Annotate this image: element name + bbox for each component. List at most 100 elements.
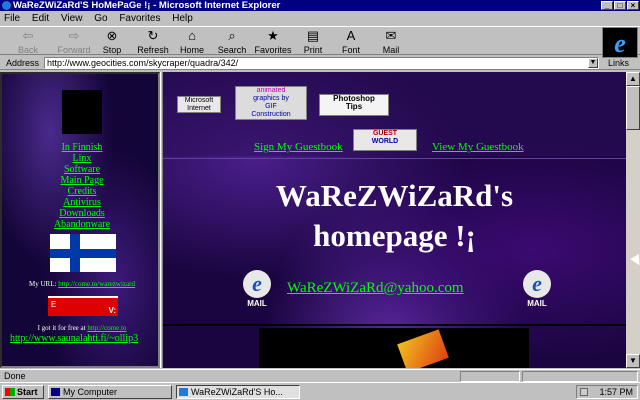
nav-link-linx[interactable]: Linx <box>2 153 158 164</box>
email-link[interactable]: WaReZWiZaRd@yahoo.com <box>287 280 464 297</box>
page-viewport: In Finnish Linx Software Main Page Credi… <box>0 72 640 368</box>
home-button[interactable]: ⌂ Home <box>176 28 208 56</box>
gif-construction-badge[interactable]: animated graphics by GIF Construction <box>235 86 307 120</box>
scroll-thumb[interactable] <box>626 86 640 130</box>
stop-button[interactable]: ⊗ Stop <box>96 28 128 56</box>
back-label: Back <box>17 45 38 55</box>
vertical-scrollbar[interactable]: ▲ ▼ <box>626 72 640 368</box>
bottom-black-panel <box>259 328 529 368</box>
red-banner[interactable]: E V: <box>48 296 118 316</box>
nav-link-software[interactable]: Software <box>2 164 158 175</box>
finland-flag-icon[interactable] <box>50 234 116 272</box>
sign-guestbook-link[interactable]: Sign My Guestbook <box>254 141 343 153</box>
gb-badge-line1: GUEST <box>372 130 398 137</box>
left-nav-frame[interactable]: In Finnish Linx Software Main Page Credi… <box>0 72 160 368</box>
task-my-computer[interactable]: My Computer <box>48 385 172 399</box>
forward-button[interactable]: ⇨ Forward <box>52 28 96 56</box>
scroll-down-icon[interactable]: ▼ <box>626 354 640 368</box>
mail-e-glyph-left: e <box>243 270 271 298</box>
back-button[interactable]: ⇦ Back <box>6 28 50 56</box>
menu-help[interactable]: Help <box>172 13 193 24</box>
ie-badge-line2: Internet <box>187 105 211 112</box>
minimize-button[interactable]: _ <box>601 1 613 10</box>
free-line: I got it for free at http://come.to <box>2 324 158 332</box>
links-button[interactable]: Links <box>608 58 629 68</box>
clock[interactable]: 1:57 PM <box>599 387 633 397</box>
menu-bar: File Edit View Go Favorites Help <box>0 12 640 25</box>
ie-badge-line1: Microsoft <box>184 97 214 104</box>
menu-favorites[interactable]: Favorites <box>119 13 160 24</box>
ie-badge-image[interactable]: Microsoft Internet <box>177 96 221 113</box>
status-bar: Done <box>0 369 640 382</box>
favorites-label: Favorites <box>254 45 292 55</box>
home-label: Home <box>179 45 204 55</box>
mail-icon-right[interactable]: e MAIL <box>519 270 555 310</box>
maximize-button[interactable]: □ <box>614 1 626 10</box>
font-icon: A <box>346 28 356 43</box>
view-guestbook-link[interactable]: View My Guestbook <box>432 141 524 153</box>
nav-link-downloads[interactable]: Downloads <box>2 208 158 219</box>
windows-logo-icon <box>5 388 15 396</box>
start-button[interactable]: Start <box>2 385 44 399</box>
menu-view[interactable]: View <box>61 13 83 24</box>
refresh-button[interactable]: ↻ Refresh <box>134 28 172 56</box>
computer-icon <box>51 388 60 396</box>
mail-icon: ✉ <box>385 28 397 43</box>
divider-line <box>163 158 626 159</box>
nav-link-abandonware[interactable]: Abandonware <box>2 219 158 230</box>
photoshop-tips-badge[interactable]: Photoshop Tips <box>319 94 389 116</box>
ie-window: WaReZWiZaRd'S HoMePaGe !¡ - Microsoft In… <box>0 0 640 382</box>
window-title: WaReZWiZaRd'S HoMePaGe !¡ - Microsoft In… <box>13 0 281 11</box>
favorites-button[interactable]: ★ Favorites <box>252 28 294 56</box>
home-icon: ⌂ <box>188 28 196 43</box>
close-button[interactable]: × <box>627 1 639 10</box>
my-url-link[interactable]: http://come.to/warezwizard <box>58 280 135 288</box>
refresh-label: Refresh <box>137 45 169 55</box>
print-label: Print <box>303 45 323 55</box>
menu-go[interactable]: Go <box>94 13 107 24</box>
nav-link-in-finnish[interactable]: In Finnish <box>2 142 158 153</box>
forward-arrow-icon: ⇨ <box>68 28 80 43</box>
mail-button[interactable]: ✉ Mail <box>376 28 406 56</box>
anim-badge-line2: graphics by <box>253 95 289 102</box>
ie-task-icon <box>179 388 188 396</box>
page-title-line2: homepage !¡ <box>313 218 476 253</box>
favorites-icon: ★ <box>267 28 279 43</box>
anim-badge-line1: animated <box>256 87 286 94</box>
title-bar[interactable]: WaReZWiZaRd'S HoMePaGe !¡ - Microsoft In… <box>0 0 640 11</box>
mail-label: Mail <box>382 45 400 55</box>
speaker-icon[interactable] <box>580 388 588 396</box>
task-my-computer-label: My Computer <box>63 387 118 397</box>
free-link[interactable]: http://come.to <box>87 324 126 332</box>
menu-edit[interactable]: Edit <box>32 13 49 24</box>
address-label: Address <box>6 58 40 68</box>
task-ie-window[interactable]: WaReZWiZaRd'S Ho... <box>176 385 300 399</box>
nav-link-antivirus[interactable]: Antivirus <box>2 197 158 208</box>
menu-file[interactable]: File <box>4 13 20 24</box>
stop-label: Stop <box>102 45 122 55</box>
bottom-separator <box>163 324 626 326</box>
nav-link-credits[interactable]: Credits <box>2 186 158 197</box>
scroll-up-icon[interactable]: ▲ <box>626 72 640 86</box>
nav-link-main-page[interactable]: Main Page <box>2 175 158 186</box>
free-guestbook-badge[interactable]: GUEST WORLD <box>353 129 417 151</box>
refresh-icon: ↻ <box>147 28 159 43</box>
mail-icon-left[interactable]: e MAIL <box>239 270 275 310</box>
status-text: Done <box>4 371 26 381</box>
bottom-link[interactable]: http://www.saunalahti.fi/~ollip3 <box>10 333 158 344</box>
mail-e-glyph-right: e <box>523 270 551 298</box>
my-url-line: My URL: http://come.to/warezwizard <box>2 280 158 288</box>
address-bar: Address http://www.geocities.com/skycrap… <box>0 56 640 70</box>
search-button[interactable]: ⌕ Search <box>214 28 250 56</box>
start-label: Start <box>17 387 38 397</box>
banner-right-text: V: <box>108 306 116 315</box>
main-content-frame[interactable]: Microsoft Internet animated graphics by … <box>163 72 626 368</box>
chevron-down-icon[interactable]: ▼ <box>588 58 598 68</box>
mail-label-right: MAIL <box>527 299 547 308</box>
print-icon: ▤ <box>306 28 320 43</box>
gb-badge-line3: WORLD <box>371 138 399 145</box>
system-tray: 1:57 PM <box>576 385 638 399</box>
font-button[interactable]: A Font <box>336 28 366 56</box>
address-input[interactable]: http://www.geocities.com/skycraper/quadr… <box>44 57 599 69</box>
print-button[interactable]: ▤ Print <box>298 28 328 56</box>
